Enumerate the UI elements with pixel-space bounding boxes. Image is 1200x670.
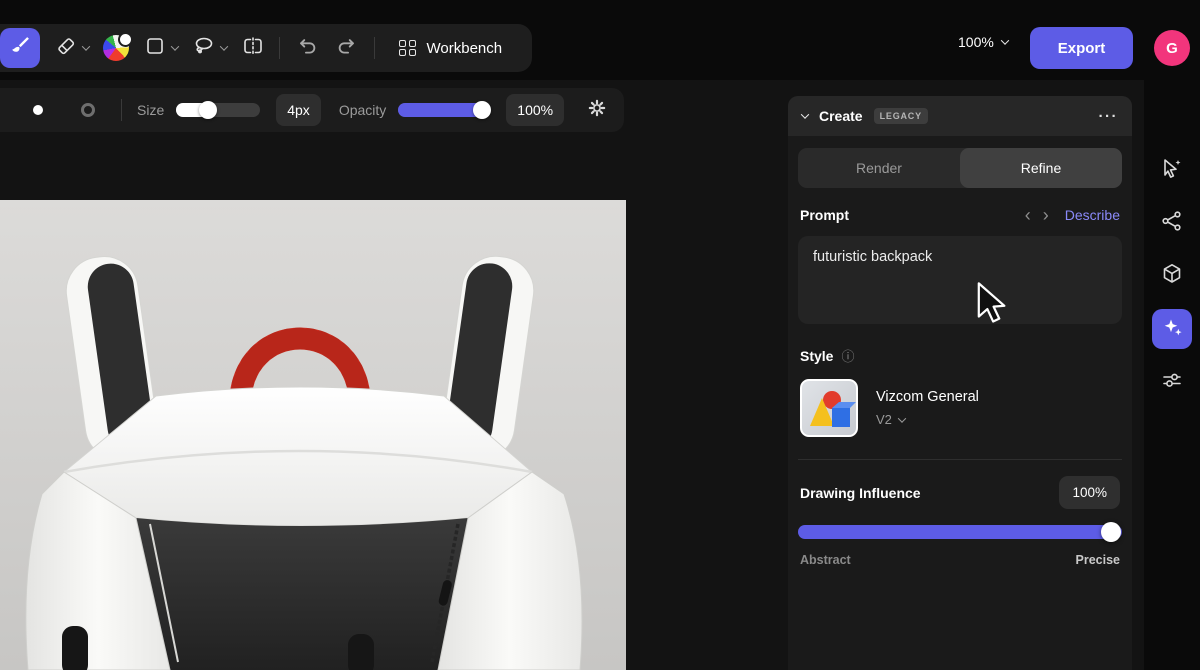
influence-max-label: Precise — [1075, 553, 1120, 567]
workbench-grid-icon — [399, 39, 416, 57]
size-value[interactable]: 4px — [276, 94, 321, 126]
select-tool-button[interactable] — [1152, 150, 1192, 190]
panel-title: Create — [819, 108, 863, 124]
drawing-influence-slider[interactable] — [798, 522, 1122, 542]
prompt-prev-icon[interactable]: ‹ — [1019, 206, 1037, 224]
undo-icon — [294, 33, 320, 64]
zoom-control[interactable]: 100% — [958, 34, 1010, 50]
panel-menu-icon[interactable]: ··· — [1099, 108, 1119, 125]
drawing-influence-label: Drawing Influence — [800, 484, 921, 501]
avatar[interactable]: G — [1154, 30, 1190, 66]
cube-icon — [1160, 262, 1184, 291]
opacity-label: Opacity — [338, 102, 387, 118]
cursor-select-icon — [1160, 156, 1184, 185]
toolbar-divider — [279, 37, 280, 59]
collapse-chevron-icon[interactable] — [800, 110, 810, 119]
create-panel-header: Create LEGACY ··· — [788, 96, 1132, 136]
tab-refine[interactable]: Refine — [960, 148, 1122, 188]
gear-icon — [586, 97, 608, 124]
workbench-button[interactable]: Workbench — [389, 40, 512, 57]
drawing-influence-knob[interactable] — [1101, 522, 1121, 542]
chevron-down-icon — [1000, 36, 1010, 45]
chevron-down-icon — [897, 413, 907, 423]
export-button[interactable]: Export — [1030, 27, 1133, 69]
toolbar-divider — [374, 37, 375, 59]
tab-render[interactable]: Render — [798, 148, 960, 188]
backpack-image — [0, 200, 626, 670]
zoom-value: 100% — [958, 34, 994, 50]
settings-button[interactable] — [586, 97, 608, 124]
legacy-badge: LEGACY — [873, 108, 928, 124]
size-slider[interactable] — [176, 101, 261, 119]
create-panel: Create LEGACY ··· Render Refine Prompt ‹… — [788, 96, 1132, 670]
brush-tip-soft[interactable] — [81, 103, 95, 117]
redo-icon — [334, 33, 360, 64]
main-toolbar: Workbench — [0, 24, 533, 72]
size-label: Size — [137, 102, 165, 118]
lasso-tool-button[interactable] — [192, 34, 229, 63]
workbench-label: Workbench — [426, 39, 503, 57]
info-icon[interactable]: ⓘ — [841, 346, 854, 365]
share-nodes-icon — [1160, 209, 1184, 238]
color-picker[interactable] — [103, 32, 133, 61]
rectangle-shape-icon — [143, 34, 167, 63]
describe-link[interactable]: Describe — [1065, 207, 1120, 223]
eraser-icon — [54, 34, 78, 63]
undo-button[interactable] — [294, 33, 320, 64]
prompt-label: Prompt — [800, 207, 849, 223]
style-label: Style — [800, 347, 834, 364]
influence-min-label: Abstract — [800, 553, 851, 567]
prompt-text: futuristic backpack — [813, 249, 933, 265]
mirror-tool-button[interactable] — [241, 34, 265, 63]
right-sidebar — [1144, 150, 1200, 402]
lasso-icon — [192, 34, 216, 63]
generate-panel-button[interactable] — [1152, 309, 1192, 349]
connections-button[interactable] — [1152, 203, 1192, 243]
opacity-slider[interactable] — [398, 101, 492, 119]
style-selector[interactable]: Vizcom General V2 — [798, 379, 1122, 437]
sparkles-icon — [1160, 315, 1184, 344]
style-version-dropdown[interactable]: V2 — [876, 412, 979, 427]
opacity-slider-knob[interactable] — [473, 101, 492, 119]
opacity-value[interactable]: 100% — [506, 94, 565, 126]
eraser-tool-button[interactable] — [54, 34, 91, 63]
style-thumbnail[interactable] — [800, 379, 858, 437]
panel-divider — [798, 459, 1122, 460]
prompt-input[interactable]: futuristic backpack — [798, 236, 1122, 324]
style-name: Vizcom General — [876, 389, 979, 405]
adjustments-button[interactable] — [1152, 362, 1192, 402]
3d-view-button[interactable] — [1152, 256, 1192, 296]
prompt-next-icon[interactable]: › — [1037, 206, 1055, 224]
style-version: V2 — [876, 412, 892, 427]
drawing-canvas[interactable] — [0, 200, 626, 670]
drawing-influence-value[interactable]: 100% — [1059, 476, 1120, 509]
brush-tool-button[interactable] — [0, 28, 40, 68]
mouse-cursor-icon — [976, 282, 1012, 333]
brush-icon — [8, 34, 32, 63]
brush-tip-hard[interactable] — [33, 105, 43, 115]
sliders-icon — [1160, 368, 1184, 397]
chevron-down-icon — [170, 42, 180, 51]
chevron-down-icon — [219, 42, 229, 51]
chevron-down-icon — [81, 42, 91, 51]
mirror-icon — [241, 34, 265, 63]
mode-tabs: Render Refine — [798, 148, 1122, 188]
shape-tool-button[interactable] — [143, 34, 180, 63]
redo-button[interactable] — [334, 33, 360, 64]
tool-options-bar: Size 4px Opacity 100% — [0, 88, 625, 132]
options-divider — [121, 99, 122, 121]
size-slider-knob[interactable] — [199, 101, 218, 119]
